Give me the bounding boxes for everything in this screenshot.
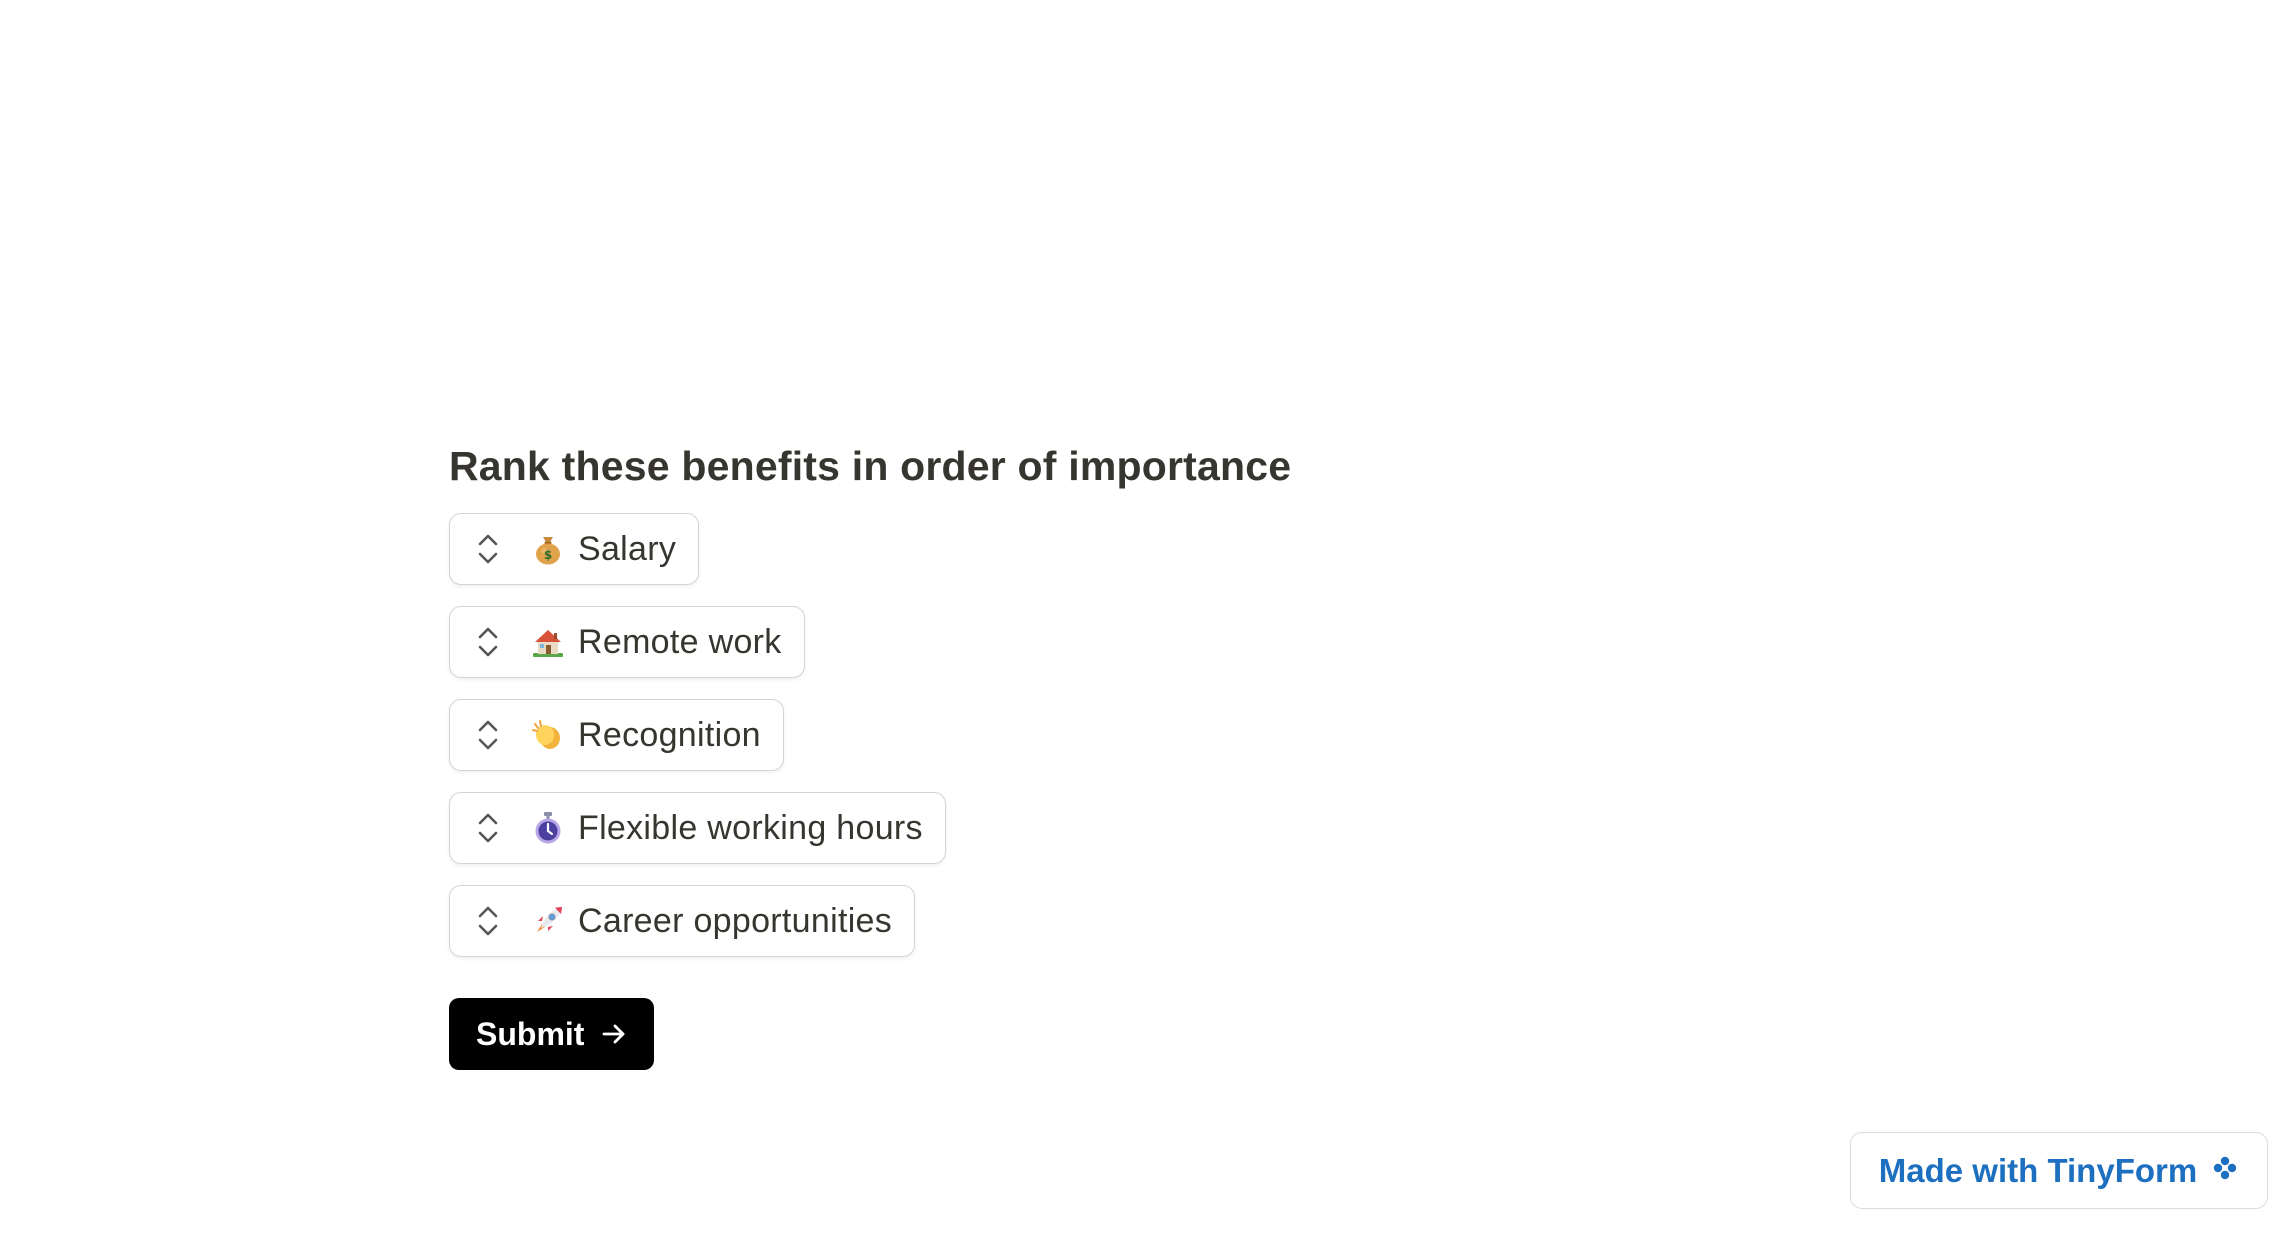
badge-label: Made with TinyForm [1878, 1151, 2198, 1189]
rocket-icon [530, 903, 566, 939]
rank-item-label: Flexible working hours [578, 808, 923, 847]
clapping-hands-icon [530, 717, 566, 753]
drag-handle-icon[interactable] [472, 529, 504, 569]
rank-item-salary[interactable]: $ Salary [449, 513, 700, 585]
rank-item-remote-work[interactable]: Remote work [449, 606, 805, 678]
rank-item-recognition[interactable]: Recognition [449, 699, 784, 771]
drag-handle-icon[interactable] [472, 901, 504, 941]
rank-item-label: Recognition [578, 715, 761, 754]
rank-item-label: Remote work [578, 622, 782, 661]
rank-item-career-opportunities[interactable]: Career opportunities [449, 885, 916, 957]
drag-handle-icon[interactable] [472, 715, 504, 755]
drag-handle-icon[interactable] [472, 808, 504, 848]
tinyform-logo-icon [2211, 1154, 2239, 1187]
rank-item-label: Career opportunities [578, 901, 893, 940]
rank-item-flexible-working-hours[interactable]: Flexible working hours [449, 792, 946, 864]
page: Rank these benefits in order of importan… [0, 0, 2292, 1240]
question-title: Rank these benefits in order of importan… [449, 443, 1292, 489]
submit-button[interactable]: Submit [449, 998, 655, 1070]
money-bag-icon: $ [530, 531, 566, 567]
ranking-form: Rank these benefits in order of importan… [449, 437, 1849, 1070]
drag-handle-icon[interactable] [472, 622, 504, 662]
rank-item-label: Salary [578, 529, 677, 568]
ranking-list: $ Salary Remote work Recognition Flexibl… [449, 513, 1849, 957]
house-icon [530, 624, 566, 660]
arrow-right-icon [600, 1020, 628, 1048]
made-with-tinyform-badge[interactable]: Made with TinyForm [1850, 1132, 2268, 1209]
submit-label: Submit [476, 1015, 585, 1052]
stopwatch-icon [530, 810, 566, 846]
svg-text:$: $ [544, 548, 552, 562]
